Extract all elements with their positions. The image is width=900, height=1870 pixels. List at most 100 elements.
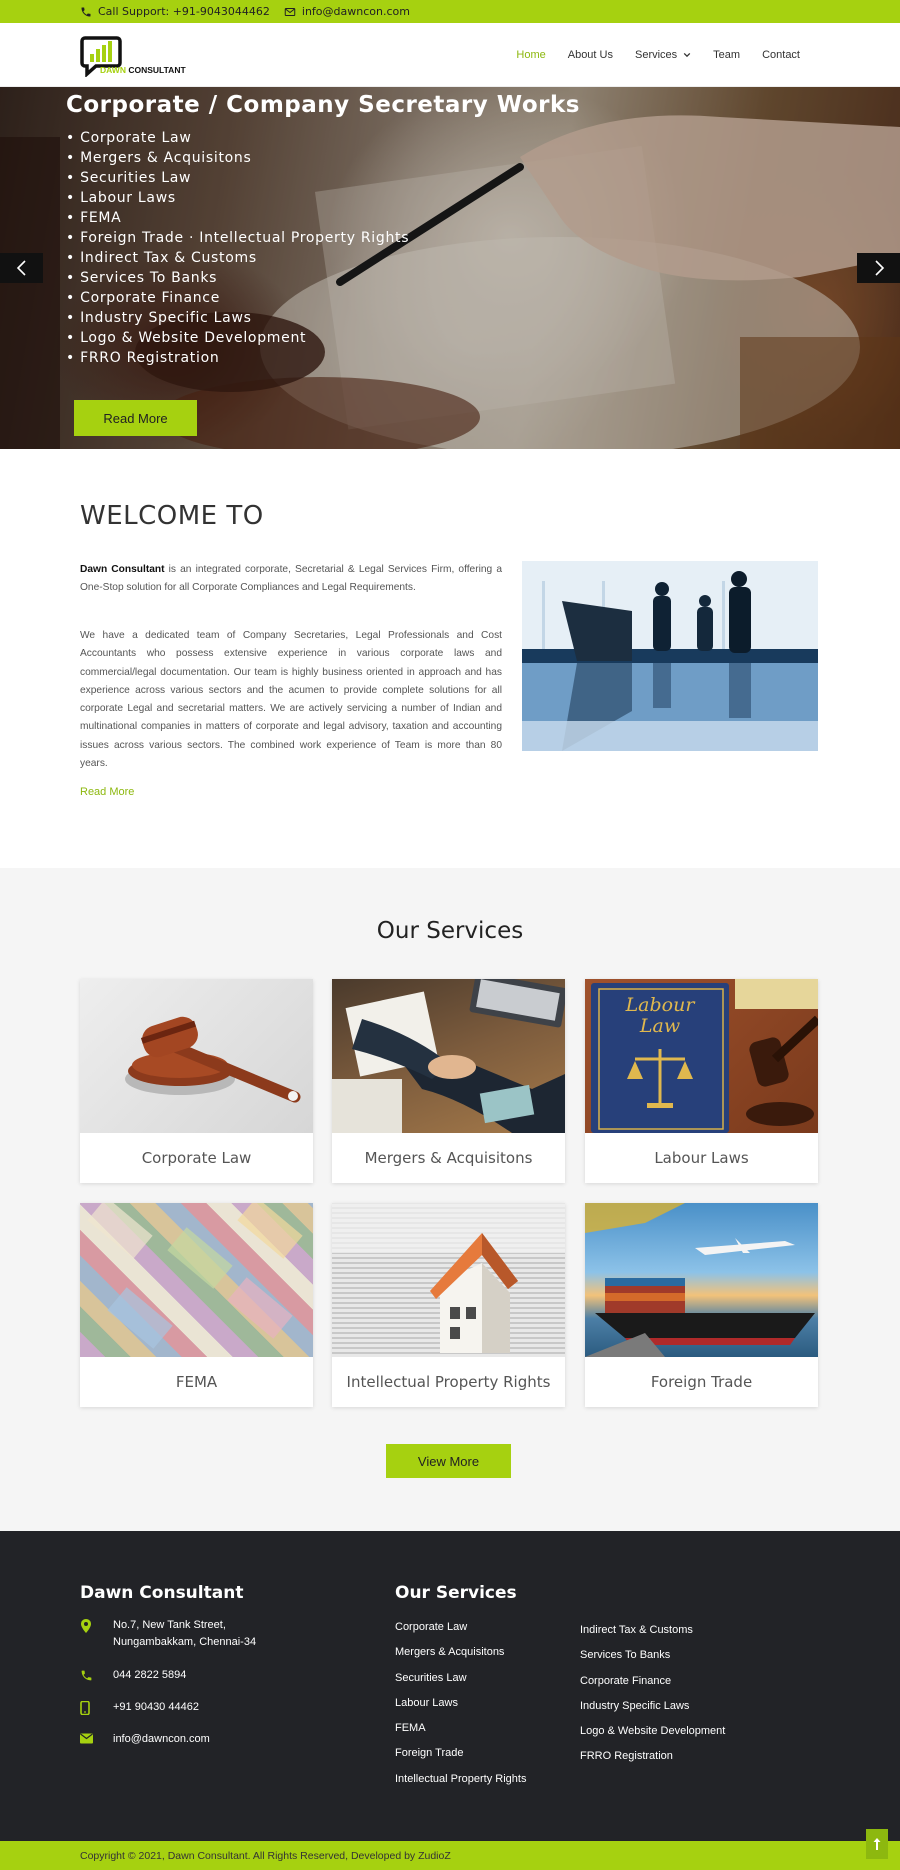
cargo-ship-plane-image [585, 1203, 818, 1357]
labour-book-title-line1: Labour [625, 994, 695, 1016]
brand-logo[interactable]: DAWN CONSULTANT [80, 35, 196, 79]
nav-services-label: Services [634, 49, 678, 61]
footer-service-link[interactable]: Labour Laws [395, 1697, 526, 1722]
hero-list-item: • Foreign Trade · Intellectual Property … [66, 230, 410, 246]
footer-service-link[interactable]: Intellectual Property Rights [395, 1773, 526, 1798]
envelope-icon [80, 1733, 93, 1744]
service-card-label: Mergers & Acquisitons [364, 1149, 533, 1167]
nav-about-label: About Us [567, 49, 613, 61]
footer-email[interactable]: info@dawncon.com [80, 1731, 210, 1748]
currency-notes-image [80, 1203, 313, 1357]
top-contact-bar: Call Support: +91-9043044462 info@dawnco… [0, 0, 900, 23]
arrow-up-icon [873, 1838, 881, 1850]
service-card-ip-rights[interactable]: Intellectual Property Rights [332, 1203, 565, 1407]
site-footer: Dawn Consultant No.7, New Tank Street, N… [0, 1531, 900, 1841]
hero-service-list: • Corporate Law • Mergers & Acquisitons … [66, 128, 409, 368]
service-card-label: Corporate Law [141, 1149, 252, 1167]
services-section: Our Services Corporate Law Mergers & Acq… [0, 868, 900, 1531]
chevron-down-icon [683, 52, 691, 58]
chevron-left-icon [16, 260, 26, 276]
hero-list-item: • FRRO Registration [66, 350, 220, 366]
hero-list-item: • FEMA [66, 210, 122, 226]
main-nav: Home About Us Services Team Contact [494, 23, 800, 87]
site-header: DAWN CONSULTANT Home About Us Services T… [0, 23, 900, 87]
services-heading: Our Services [376, 918, 524, 944]
welcome-intro-paragraph: Dawn Consultant is an integrated corpora… [80, 561, 502, 598]
mobile-phone-icon [80, 1701, 90, 1715]
footer-service-link[interactable]: Industry Specific Laws [580, 1700, 725, 1725]
service-card-label: Foreign Trade [650, 1373, 753, 1391]
footer-service-link[interactable]: Corporate Law [395, 1621, 526, 1646]
footer-service-link[interactable]: Mergers & Acquisitons [395, 1646, 526, 1671]
footer-phone-text: 044 2822 5894 [113, 1669, 187, 1681]
labour-book-title-line2: Law [639, 1015, 681, 1037]
service-card-corporate-law[interactable]: Corporate Law [80, 979, 313, 1183]
nav-contact[interactable]: Contact [762, 49, 800, 61]
footer-service-link[interactable]: Securities Law [395, 1672, 526, 1697]
nav-home-label: Home [516, 49, 546, 61]
brand-name-part2: CONSULTANT [128, 65, 186, 75]
nav-services[interactable]: Services [635, 49, 691, 61]
nav-team[interactable]: Team [713, 49, 740, 61]
phone-icon [81, 1670, 92, 1681]
service-card-mergers[interactable]: Mergers & Acquisitons [332, 979, 565, 1183]
labour-law-book-image: Labour Law [585, 979, 818, 1133]
service-card-label: Labour Laws [654, 1149, 749, 1167]
hero-slider: Corporate / Company Secretary Works • Co… [0, 87, 900, 449]
footer-services-links-col1: Corporate Law Mergers & Acquisitons Secu… [395, 1621, 526, 1798]
service-card-label: FEMA [175, 1373, 218, 1391]
support-phone[interactable]: Call Support: +91-9043044462 [80, 5, 270, 18]
map-pin-icon [81, 1619, 91, 1633]
gavel-illustration [125, 1016, 301, 1103]
hero-list-item: • Mergers & Acquisitons [66, 150, 252, 166]
hero-list-item: • Corporate Law [66, 130, 192, 146]
business-meeting-image [522, 561, 818, 751]
footer-mobile-text: +91 90430 44462 [113, 1701, 199, 1713]
footer-service-link[interactable]: Logo & Website Development [580, 1725, 725, 1750]
footer-service-link[interactable]: FRRO Registration [580, 1750, 725, 1775]
support-email-text: info@dawncon.com [301, 5, 410, 18]
footer-service-link[interactable]: Indirect Tax & Customs [580, 1624, 725, 1649]
welcome-read-more-link[interactable]: Read More [80, 786, 134, 798]
hero-title: Corporate / Company Secretary Works [66, 92, 580, 118]
brand-name: DAWN CONSULTANT [100, 65, 186, 75]
nav-about-us[interactable]: About Us [568, 49, 613, 61]
cargo-ship-illustration [585, 1203, 815, 1357]
service-card-label: Intellectual Property Rights [346, 1373, 551, 1391]
house-illustration [332, 1203, 565, 1353]
currency-notes-illustration [87, 1203, 303, 1349]
footer-phone[interactable]: 044 2822 5894 [80, 1667, 186, 1684]
service-card-foreign-trade[interactable]: Foreign Trade [585, 1203, 818, 1407]
support-email[interactable]: info@dawncon.com [284, 5, 410, 18]
slider-next-button[interactable] [857, 253, 900, 283]
handshake-illustration [332, 979, 565, 1133]
meeting-silhouette-illustration [522, 561, 818, 751]
footer-address-line1: No.7, New Tank Street, [113, 1619, 226, 1631]
hero-list-item: • Labour Laws [66, 190, 176, 206]
house-on-newspaper-image [332, 1203, 565, 1357]
nav-team-label: Team [713, 49, 741, 61]
footer-service-link[interactable]: Corporate Finance [580, 1675, 725, 1700]
scroll-to-top-button[interactable] [866, 1829, 888, 1859]
hero-list-item: • Logo & Website Development [66, 330, 307, 346]
hero-list-item: • Corporate Finance [66, 290, 221, 306]
phone-icon [81, 7, 91, 16]
nav-home[interactable]: Home [516, 49, 545, 61]
view-more-services-button[interactable]: View More [386, 1444, 511, 1478]
service-card-labour-laws[interactable]: Labour Law Labour Laws [585, 979, 818, 1183]
footer-service-link[interactable]: Foreign Trade [395, 1747, 526, 1772]
footer-service-link[interactable]: Services To Banks [580, 1649, 725, 1674]
footer-services-title: Our Services [395, 1583, 517, 1603]
hero-list-item: • Industry Specific Laws [66, 310, 252, 326]
slider-prev-button[interactable] [0, 253, 43, 283]
hero-read-more-button[interactable]: Read More [74, 400, 197, 436]
company-name-bold: Dawn Consultant [80, 564, 165, 575]
footer-service-link[interactable]: FEMA [395, 1722, 526, 1747]
service-card-fema[interactable]: FEMA [80, 1203, 313, 1407]
support-phone-text: Call Support: +91-9043044462 [98, 5, 270, 18]
footer-company-title: Dawn Consultant [80, 1583, 244, 1603]
footer-address: No.7, New Tank Street, Nungambakkam, Che… [80, 1617, 256, 1651]
nav-contact-label: Contact [762, 49, 800, 61]
footer-mobile[interactable]: +91 90430 44462 [80, 1699, 199, 1716]
labour-book-title: Labour Law [615, 995, 705, 1037]
